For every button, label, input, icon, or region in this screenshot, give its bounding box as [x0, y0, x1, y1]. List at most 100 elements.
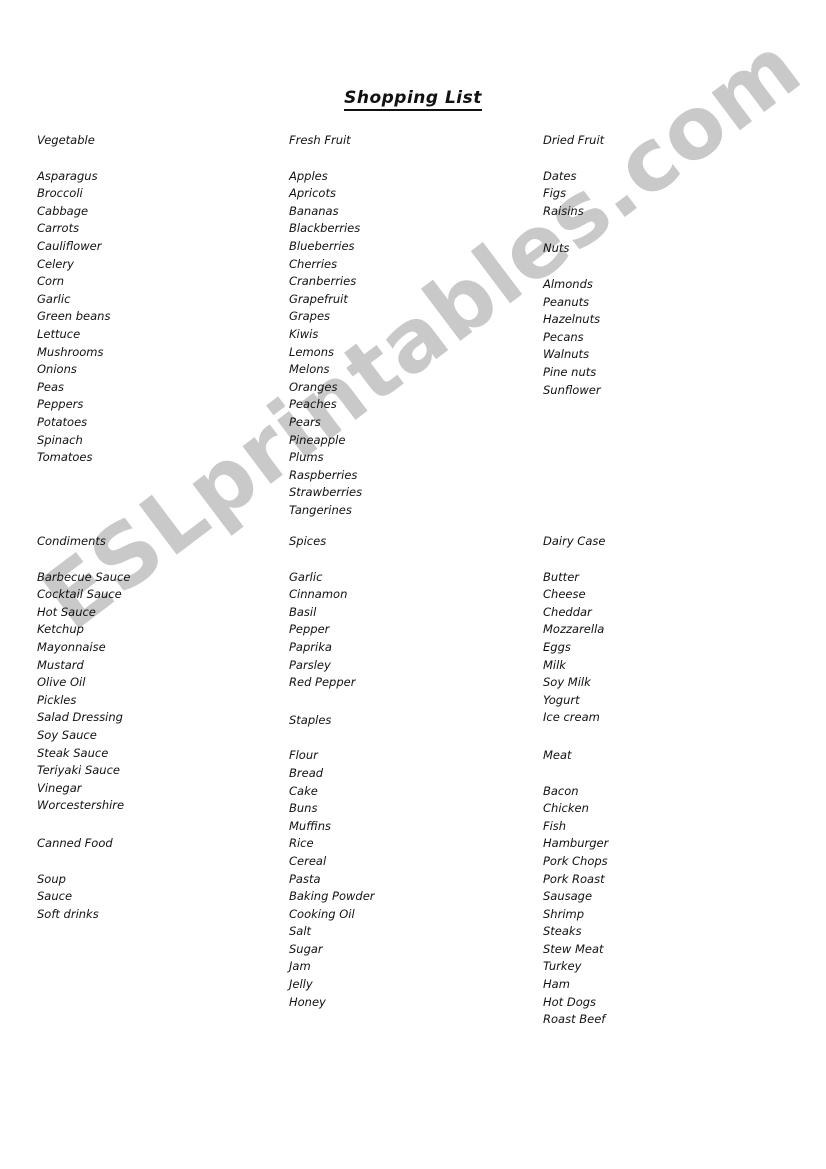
heading-spacer — [289, 729, 519, 747]
list-item: Strawberries — [289, 485, 363, 500]
list-item: Jelly — [289, 977, 313, 992]
list-item: Pickles — [37, 692, 77, 707]
list-item: Ketchup — [37, 622, 84, 637]
page-title-text: Shopping List — [344, 88, 482, 111]
section-heading: Vegetable — [37, 133, 95, 147]
list-item: Blackberries — [289, 221, 361, 236]
list-item: Cocktail Sauce — [37, 587, 122, 602]
list-item: Pork Roast — [543, 871, 605, 886]
item-list: Dates Figs Raisins — [543, 168, 793, 221]
list-item: Pine nuts — [543, 364, 597, 379]
column-left-bottom: Condiments Barbecue Sauce Cocktail Sauce Ho… — [37, 533, 267, 923]
item-list: Asparagus Broccoli Cabbage Carrots Cauliflow… — [37, 168, 267, 467]
list-item: Honey — [289, 994, 326, 1009]
list-item: Tangerines — [289, 502, 352, 517]
list-item: Bread — [289, 765, 324, 780]
list-item: Tomatoes — [37, 450, 93, 465]
list-item: Peas — [37, 379, 65, 394]
list-item: Hot Sauce — [37, 604, 96, 619]
list-item: Grapes — [289, 309, 331, 324]
list-item: Soy Sauce — [37, 727, 97, 742]
list-section: Dried Fruit Dates Figs Raisins — [543, 132, 793, 220]
list-item: Flour — [289, 748, 318, 763]
list-item: Turkey — [543, 959, 582, 974]
section-heading: Condiments — [37, 534, 106, 548]
list-section: Meat Bacon Chicken Fish Hamburger Pork Chops P… — [543, 747, 793, 1029]
list-item: Raspberries — [289, 467, 358, 482]
list-item: Steaks — [543, 924, 582, 939]
heading-spacer — [37, 551, 267, 569]
list-item: Soup — [37, 871, 66, 886]
list-item: Shrimp — [543, 906, 585, 921]
list-item: Plums — [289, 450, 324, 465]
list-item: Sauce — [37, 889, 73, 904]
list-item: Garlic — [289, 569, 323, 584]
list-item: Broccoli — [37, 186, 83, 201]
column-right-bottom: Dairy Case Butter Cheese Cheddar Mozzarella E… — [543, 533, 793, 1029]
list-section: Condiments Barbecue Sauce Cocktail Sauce Ho… — [37, 533, 267, 815]
list-item: Onions — [37, 362, 77, 377]
list-item: Eggs — [543, 639, 571, 654]
list-item: Mushrooms — [37, 344, 104, 359]
list-section: Staples Flour Bread Cake Buns Muffins Rice Cere… — [289, 712, 519, 1012]
list-item: Cheese — [543, 587, 586, 602]
list-item: Cereal — [289, 853, 327, 868]
list-item: Kiwis — [289, 326, 319, 341]
list-item: Dates — [543, 168, 577, 183]
list-item: Jam — [289, 959, 311, 974]
list-item: Fish — [543, 818, 567, 833]
list-item: Hot Dogs — [543, 994, 597, 1009]
list-item: Mozzarella — [543, 622, 605, 637]
list-item: Cooking Oil — [289, 906, 355, 921]
section-heading: Staples — [289, 712, 332, 727]
list-section: Spices Garlic Cinnamon Basil Pepper Paprika Pa… — [289, 533, 519, 692]
list-item: Pineapple — [289, 432, 346, 447]
list-item: Bacon — [543, 783, 579, 798]
list-item: Soft drinks — [37, 906, 99, 921]
list-item: Lemons — [289, 344, 335, 359]
list-item: Milk — [543, 657, 566, 672]
list-section: Fresh Fruit Apples Apricots Bananas Blackber… — [289, 132, 519, 519]
list-item: Spinach — [37, 432, 83, 447]
list-item: Parsley — [289, 657, 331, 672]
list-item: Apricots — [289, 186, 336, 201]
list-item: Oranges — [289, 379, 338, 394]
item-list: Soup Sauce Soft drinks — [37, 871, 267, 924]
list-item: Almonds — [543, 276, 593, 291]
list-section: Vegetable Asparagus Broccoli Cabbage Carrots… — [37, 132, 267, 467]
list-item: Pecans — [543, 329, 584, 344]
list-item: Garlic — [37, 291, 71, 306]
list-item: Mayonnaise — [37, 639, 106, 654]
heading-spacer — [37, 853, 267, 871]
list-item: Grapefruit — [289, 291, 348, 306]
list-item: Blueberries — [289, 238, 355, 253]
list-item: Stew Meat — [543, 941, 604, 956]
section-heading: Dairy Case — [543, 534, 606, 548]
list-item: Roast Beef — [543, 1012, 606, 1027]
item-list: Butter Cheese Cheddar Mozzarella Eggs Milk Soy… — [543, 569, 793, 727]
section-heading: Dried Fruit — [543, 133, 605, 147]
list-item: Mustard — [37, 657, 84, 672]
worksheet-page: ESLprintables.com Shopping List Vegetabl… — [0, 0, 826, 1169]
item-list: Barbecue Sauce Cocktail Sauce Hot Sauce Ket… — [37, 569, 267, 815]
list-item: Potatoes — [37, 414, 88, 429]
list-section: Canned Food Soup Sauce Soft drinks — [37, 835, 267, 923]
list-item: Corn — [37, 274, 65, 289]
list-item: Pepper — [289, 622, 330, 637]
list-item: Salt — [289, 924, 312, 939]
list-item: Cake — [289, 783, 318, 798]
column-middle-top: Fresh Fruit Apples Apricots Bananas Blackber… — [289, 132, 519, 519]
list-item: Rice — [289, 836, 314, 851]
list-item: Ice cream — [543, 710, 600, 725]
list-item: Red Pepper — [289, 675, 356, 690]
list-item: Cabbage — [37, 203, 89, 218]
column-right-top: Dried Fruit Dates Figs Raisins Nuts Almonds Pe… — [543, 132, 793, 399]
list-item: Butter — [543, 569, 579, 584]
list-item: Baking Powder — [289, 889, 375, 904]
list-item: Cauliflower — [37, 238, 102, 253]
list-section: Dairy Case Butter Cheese Cheddar Mozzarella E… — [543, 533, 793, 727]
